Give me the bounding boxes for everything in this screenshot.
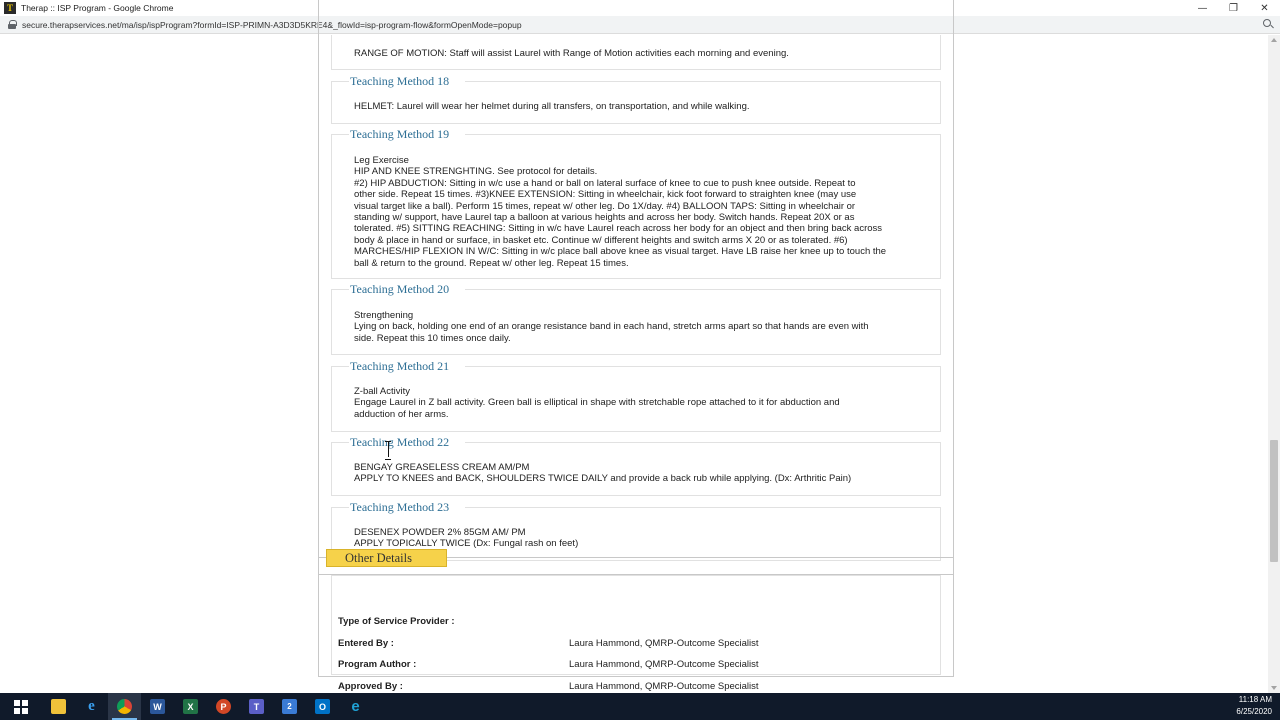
scroll-up-icon[interactable] <box>1271 38 1277 42</box>
taskbar-clock[interactable]: 11:18 AM 6/25/2020 <box>1236 694 1272 718</box>
chrome-icon <box>117 699 132 714</box>
windows-logo-icon <box>14 699 28 714</box>
restore-button[interactable]: ❐ <box>1218 0 1249 16</box>
teaching-method-text: BENGAY GREASELESS CREAM AM/PM APPLY TO K… <box>354 462 852 485</box>
taskbar-excel[interactable]: X <box>174 693 207 720</box>
detail-label: Approved By : <box>338 681 403 692</box>
page-scrollbar[interactable] <box>1268 35 1280 693</box>
teaching-method-title: Teaching Method 21 <box>349 359 466 374</box>
detail-value: Laura Hammond, QMRP-Outcome Specialist <box>569 659 759 670</box>
clock-date: 6/25/2020 <box>1236 707 1272 716</box>
taskbar-chrome[interactable] <box>108 693 141 720</box>
taskbar-mail[interactable]: 2 <box>273 693 306 720</box>
internet-explorer-icon: e <box>88 698 95 714</box>
teaching-method-title: Teaching Method 23 <box>349 500 466 515</box>
other-details-title: Other Details <box>326 549 447 567</box>
taskbar-file-explorer[interactable] <box>42 693 75 720</box>
taskbar-internet-explorer[interactable]: e <box>75 693 108 720</box>
word-icon: W <box>150 699 165 714</box>
window-title: Therap :: ISP Program - Google Chrome <box>21 3 174 13</box>
lock-icon[interactable] <box>8 20 17 29</box>
mail-icon: 2 <box>282 699 297 714</box>
detail-value: Laura Hammond, QMRP-Outcome Specialist <box>569 638 759 649</box>
scroll-down-icon[interactable] <box>1271 686 1277 690</box>
teaching-method-text: Strengthening Lying on back, holding one… <box>354 310 869 344</box>
taskbar-word[interactable]: W <box>141 693 174 720</box>
teams-icon: T <box>249 699 264 714</box>
window-controls: — ❐ ✕ <box>1187 0 1280 16</box>
teaching-method-title: Teaching Method 22 <box>349 435 466 450</box>
teaching-method-text: RANGE OF MOTION: Staff will assist Laure… <box>354 48 789 59</box>
powerpoint-icon: P <box>216 699 231 714</box>
taskbar-teams[interactable]: T <box>240 693 273 720</box>
teaching-method-text: Z-ball Activity Engage Laurel in Z ball … <box>354 386 840 420</box>
detail-label: Entered By : <box>338 638 394 649</box>
close-button[interactable]: ✕ <box>1249 0 1280 16</box>
detail-value: Laura Hammond, QMRP-Outcome Specialist <box>569 681 759 692</box>
edge-icon: e <box>351 698 360 715</box>
clock-time: 11:18 AM <box>1238 695 1272 704</box>
start-button[interactable] <box>0 693 42 720</box>
minimize-button[interactable]: — <box>1187 0 1218 16</box>
text-cursor-icon <box>384 441 392 460</box>
detail-label: Program Author : <box>338 659 417 670</box>
excel-icon: X <box>183 699 198 714</box>
scrollbar-thumb[interactable] <box>1270 440 1278 562</box>
therap-logo-icon: T <box>4 2 16 14</box>
detail-label: Type of Service Provider : <box>338 616 455 627</box>
teaching-method-text: HELMET: Laurel will wear her helmet duri… <box>354 101 750 112</box>
folder-icon <box>51 699 66 714</box>
teaching-method-title: Teaching Method 18 <box>349 74 466 89</box>
zoom-icon[interactable] <box>1263 19 1274 30</box>
teaching-method-text: Leg Exercise HIP AND KNEE STRENGHTING. S… <box>354 155 887 269</box>
outlook-icon: O <box>315 699 330 714</box>
taskbar-outlook[interactable]: O <box>306 693 339 720</box>
windows-taskbar: e W X P T 2 O e <box>0 693 1280 720</box>
teaching-method-text: DESENEX POWDER 2% 85GM AM/ PM APPLY TOPI… <box>354 527 579 550</box>
teaching-method-title: Teaching Method 19 <box>349 127 466 142</box>
taskbar-edge[interactable]: e <box>339 693 372 720</box>
teaching-method-title: Teaching Method 20 <box>349 282 466 297</box>
taskbar-powerpoint[interactable]: P <box>207 693 240 720</box>
